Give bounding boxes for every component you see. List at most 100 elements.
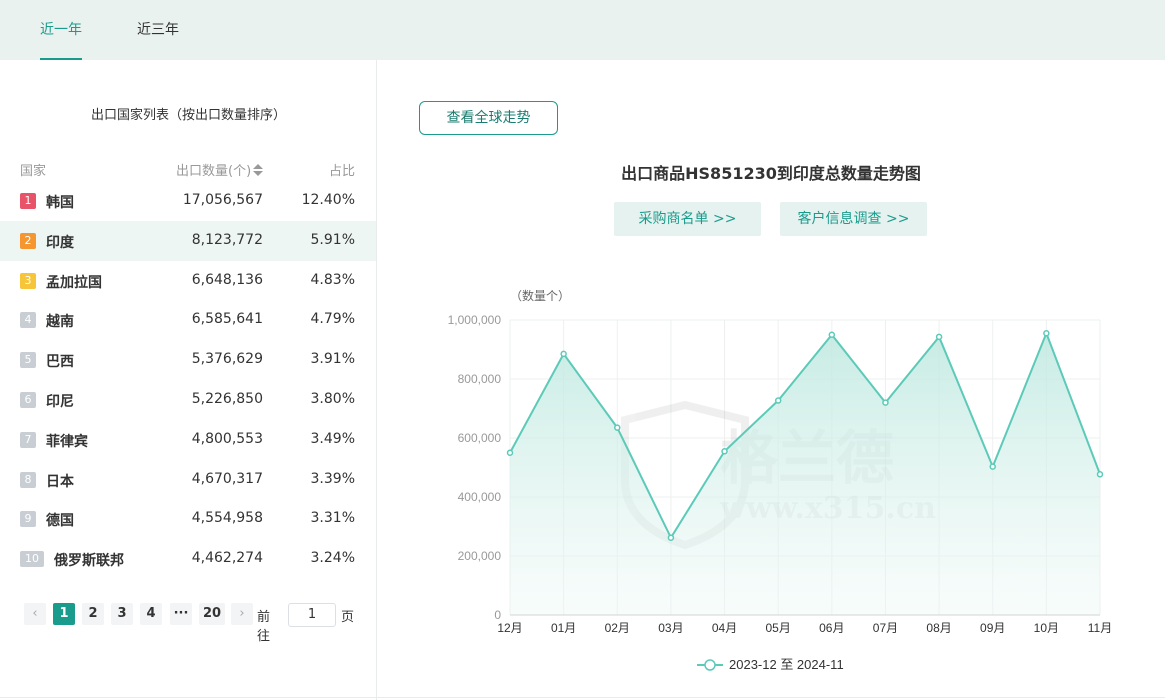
export-share: 3.24% [310,550,355,567]
rank-badge: 3 [20,272,36,289]
data-point [506,449,514,456]
country-name: 菲律宾 [46,433,88,450]
table-row[interactable]: 3 孟加拉国 6,648,136 4.83% [0,261,376,301]
page-4-button[interactable]: 4 [140,603,162,625]
rank-badge: 9 [20,511,36,528]
page-3-button[interactable]: 3 [111,603,133,625]
x-tick-label: 02月 [605,621,630,635]
table-row[interactable]: 7 菲律宾 4,800,553 3.49% [0,420,376,460]
x-tick-label: 03月 [658,621,683,635]
tab-one-year[interactable]: 近一年 [40,0,82,60]
country-rows: 1 韩国 17,056,567 12.40% 2 印度 8,123,772 5.… [0,181,376,579]
table-row[interactable]: 1 韩国 17,056,567 12.40% [0,181,376,221]
rank-badge: 4 [20,312,36,329]
x-tick-label: 05月 [766,621,791,635]
export-quantity: 5,226,850 [191,390,263,407]
country-name: 韩国 [46,195,74,211]
data-point [560,350,567,358]
country-name: 日本 [46,473,74,490]
rank-badge: 10 [20,551,44,568]
country-name: 德国 [46,513,74,530]
more-pages-button[interactable]: ··· [170,603,192,625]
header-country: 国家 [20,164,47,179]
country-name: 印度 [46,234,74,251]
table-row[interactable]: 2 印度 8,123,772 5.91% [0,220,376,261]
export-share: 4.83% [310,271,355,288]
data-point [1096,471,1104,478]
page-2-button[interactable]: 2 [82,603,104,625]
export-quantity: 8,123,772 [191,231,263,248]
prev-page-button[interactable]: ‹ [24,603,46,625]
x-tick-label: 04月 [712,621,737,635]
table-row[interactable]: 9 德国 4,554,958 3.31% [0,499,376,539]
global-trend-button[interactable]: 查看全球走势 [419,101,558,135]
trend-chart: 格兰德www.x315.cn 0200,000400,000600,000800… [420,280,1140,684]
y-tick-label: 1,000,000 [448,313,502,327]
x-tick-label: 07月 [873,621,898,635]
data-point [614,424,621,431]
export-share: 3.49% [310,430,355,447]
table-row[interactable]: 8 日本 4,670,317 3.39% [0,460,376,500]
x-tick-label: 06月 [819,621,844,635]
next-page-button[interactable]: › [231,603,253,625]
x-tick-label: 10月 [1034,621,1059,635]
rank-badge: 2 [20,232,36,249]
country-list-panel: 出口国家列表（按出口数量排序） 国家 出口数量(个) 占比 1 韩国 17,05… [0,60,377,700]
export-quantity: 6,585,641 [191,311,263,328]
data-point [774,397,782,404]
country-name: 巴西 [46,354,74,371]
tab-three-years[interactable]: 近三年 [137,0,179,60]
export-share: 3.31% [310,510,355,527]
rank-badge: 1 [20,193,36,209]
data-point [882,399,889,406]
export-quantity: 6,648,136 [191,271,263,288]
table-row[interactable]: 4 越南 6,585,641 4.79% [0,300,376,340]
country-name: 印尼 [46,393,74,410]
tab-bar: 近一年 近三年 [0,0,1165,60]
rank-badge: 7 [20,431,36,448]
buyers-list-button[interactable]: 采购商名单 >> [614,202,761,236]
export-share: 3.91% [310,351,355,368]
y-tick-label: 600,000 [458,431,502,445]
export-share: 4.79% [310,311,355,328]
table-row[interactable]: 10 俄罗斯联邦 4,462,274 3.24% [0,539,376,579]
chart-title: 出口商品HS851230到印度总数量走势图 [621,164,921,183]
country-list-title: 出口国家列表（按出口数量排序） [90,108,286,123]
page-20-button[interactable]: 20 [199,603,225,625]
legend-label: 2023-12 至 2024-11 [729,657,844,672]
export-quantity: 4,800,553 [191,430,263,447]
goto-label: 前往 [257,610,271,644]
table-row[interactable]: 5 巴西 5,376,629 3.91% [0,340,376,380]
country-name: 越南 [46,314,74,331]
export-share: 5.91% [310,231,355,248]
header-quantity[interactable]: 出口数量(个) [176,160,264,179]
trend-chart-svg: 格兰德www.x315.cn 0200,000400,000600,000800… [448,288,1113,672]
page-1-button[interactable]: 1 [53,603,75,625]
export-quantity: 4,554,958 [191,510,263,527]
export-quantity: 4,670,317 [191,470,263,487]
y-axis-label: （数量个） [510,288,570,303]
export-share: 12.40% [301,192,355,208]
header-quantity-label: 出口数量(个) [176,164,252,179]
rank-badge: 8 [20,471,36,488]
x-tick-label: 01月 [551,621,576,635]
sort-icon[interactable] [253,164,264,176]
bottom-divider [0,697,1165,698]
y-tick-label: 400,000 [458,490,502,504]
data-point [1043,330,1050,337]
export-quantity: 4,462,274 [191,550,263,567]
country-name: 俄罗斯联邦 [54,553,124,570]
x-tick-label: 11月 [1088,621,1112,635]
rank-badge: 5 [20,352,36,369]
data-point [935,333,943,341]
customer-survey-button[interactable]: 客户信息调查 >> [780,202,927,236]
x-tick-label: 12月 [497,621,522,635]
data-point [989,463,996,470]
goto-page-input[interactable]: 1 [288,603,336,627]
table-row[interactable]: 6 印尼 5,226,850 3.80% [0,380,376,420]
y-tick-label: 200,000 [458,549,502,563]
export-share: 3.39% [310,470,355,487]
data-point [721,448,728,455]
rank-badge: 6 [20,391,36,408]
x-tick-label: 08月 [926,621,951,635]
